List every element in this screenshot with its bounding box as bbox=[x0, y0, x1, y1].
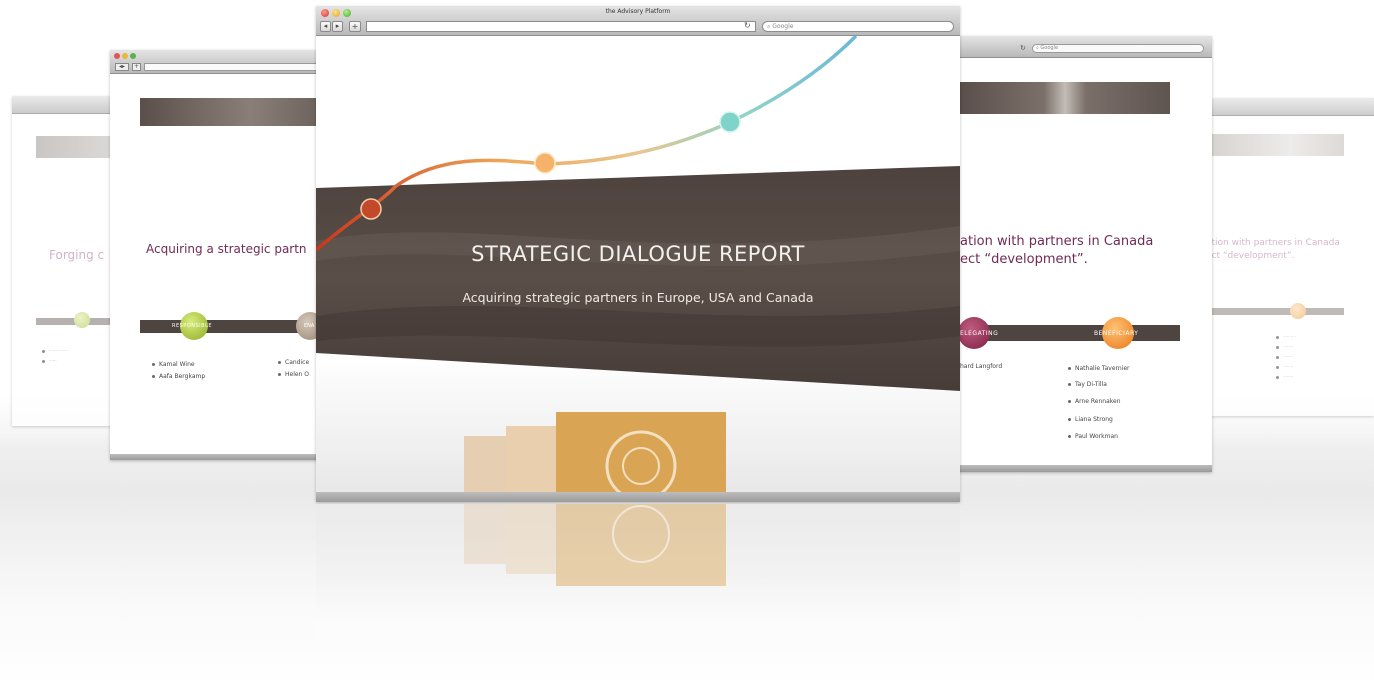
hero-subtitle: Acquiring strategic partners in Europe, … bbox=[462, 290, 814, 305]
far-right-window: ation with partners in Canada ect “devel… bbox=[1190, 98, 1374, 416]
left-list-item: Aafa Bergkamp bbox=[152, 373, 205, 380]
reflection-tiles bbox=[464, 504, 726, 586]
hero-panel bbox=[316, 36, 960, 502]
right-window-toolbar: ↻ ⌕ Google bbox=[948, 36, 1212, 58]
add-bookmark-button[interactable]: + bbox=[349, 21, 361, 32]
reload-icon[interactable]: ↻ bbox=[1020, 44, 1026, 52]
forward-button[interactable]: ▸ bbox=[332, 21, 343, 32]
hero-slanted-band bbox=[316, 166, 960, 391]
curve-marker-teal bbox=[719, 111, 741, 133]
left-heading: Acquiring a strategic partn bbox=[146, 242, 307, 256]
far-left-heading: Forging c bbox=[49, 248, 105, 262]
back-button[interactable]: ◂ bbox=[320, 21, 331, 32]
address-bar[interactable] bbox=[144, 63, 324, 71]
tile-image-front bbox=[556, 412, 726, 502]
right-list-item: Tay Di-Tilla bbox=[1068, 381, 1107, 388]
far-left-list-item: ······ bbox=[42, 358, 57, 363]
main-browser-window: the Advisory Platform ◂ ▸ + ↻ ⌕ Google S… bbox=[316, 6, 960, 502]
far-right-heading-line2: ect “development”. bbox=[1206, 251, 1295, 261]
right-list-item: Nathalie Tavernier bbox=[1068, 365, 1130, 372]
curve-marker-red bbox=[360, 198, 382, 220]
right-heading-line2: ect “development”. bbox=[960, 252, 1088, 267]
far-left-band-ball bbox=[74, 312, 90, 328]
far-right-header-banner bbox=[1210, 134, 1344, 156]
left-window-bottom-bar bbox=[110, 454, 324, 460]
right-list-item: Liana Strong bbox=[1068, 416, 1113, 423]
far-right-list-item: ········ bbox=[1276, 354, 1293, 359]
far-right-band bbox=[1206, 308, 1344, 315]
far-right-band-ball bbox=[1290, 303, 1306, 319]
left-list-item: Candice bbox=[278, 359, 309, 366]
left-header-banner bbox=[140, 98, 324, 126]
far-right-list-item: ········ bbox=[1276, 364, 1293, 369]
right-list-item: hard Langford bbox=[960, 363, 1003, 370]
right-list-item: Arne Rennaken bbox=[1068, 398, 1121, 405]
right-header-banner bbox=[960, 82, 1170, 114]
right-heading-line1: ation with partners in Canada bbox=[960, 234, 1154, 249]
main-window-bottom-bar bbox=[316, 492, 960, 502]
far-right-heading-line1: ation with partners in Canada bbox=[1206, 238, 1340, 248]
main-window-reflection bbox=[316, 504, 960, 674]
left-window: ◂▸ + Acquiring a strategic partn RESPONS… bbox=[110, 50, 324, 460]
address-bar[interactable] bbox=[366, 21, 756, 32]
curve-marker-orange bbox=[534, 152, 556, 174]
back-button[interactable]: ◂▸ bbox=[115, 63, 129, 71]
left-band-label-responsible: RESPONSIBLE bbox=[172, 323, 213, 329]
far-right-list-item: ·········· bbox=[1276, 334, 1296, 339]
right-band-label-delegating: ELEGATING bbox=[960, 330, 999, 337]
search-icon: ⌕ bbox=[1036, 45, 1039, 51]
far-right-list-item: ········ bbox=[1276, 344, 1293, 349]
right-search-field[interactable]: ⌕ Google bbox=[1032, 44, 1204, 53]
left-list-item: Helen O bbox=[278, 371, 309, 378]
add-tab-button[interactable]: + bbox=[132, 63, 141, 71]
left-window-toolbar: ◂▸ + bbox=[110, 50, 324, 74]
window-title: the Advisory Platform bbox=[605, 8, 671, 15]
far-right-list-item: ········ bbox=[1276, 374, 1293, 379]
left-list-item: Kamal Wine bbox=[152, 361, 195, 368]
hero-title: STRATEGIC DIALOGUE REPORT bbox=[471, 242, 805, 266]
right-band-label-beneficiary: BENEFICIARY bbox=[1094, 330, 1139, 337]
main-toolbar: the Advisory Platform ◂ ▸ + ↻ ⌕ Google bbox=[316, 6, 960, 36]
right-window: ↻ ⌕ Google ation with partners in Canada… bbox=[948, 36, 1212, 472]
left-band-label-second: ENA bbox=[304, 323, 315, 329]
search-field[interactable]: ⌕ Google bbox=[762, 21, 954, 32]
zoom-dot-icon[interactable] bbox=[130, 53, 136, 59]
far-left-list-item: ········ ······ bbox=[42, 348, 68, 353]
right-window-bottom-bar bbox=[948, 465, 1212, 472]
search-icon: ⌕ bbox=[767, 23, 771, 30]
far-right-toolbar bbox=[1190, 98, 1374, 116]
close-dot-icon[interactable] bbox=[114, 53, 120, 59]
right-list-item: Paul Workman bbox=[1068, 433, 1118, 440]
reload-icon[interactable]: ↻ bbox=[744, 21, 751, 30]
screenshot-stage: Forging c ········ ······ ······ ◂▸ + Ac… bbox=[0, 0, 1374, 683]
minimize-dot-icon[interactable] bbox=[122, 53, 128, 59]
